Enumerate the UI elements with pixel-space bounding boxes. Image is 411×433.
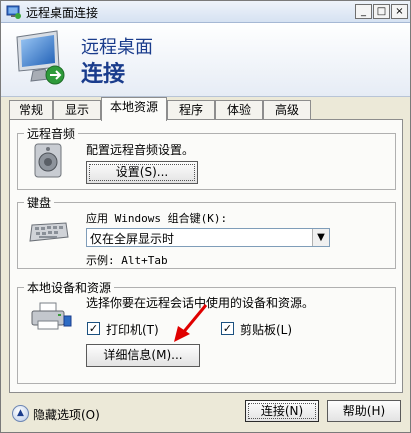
maximize-button[interactable]: □ [373,4,390,19]
tab-local-resources[interactable]: 本地资源 [101,97,167,121]
header-banner: 远程桌面 连接 [1,23,410,97]
audio-settings-button[interactable]: 设置(S)... [86,161,198,184]
red-arrow-annotation [174,304,208,342]
chevron-down-icon[interactable]: ▼ [312,229,329,246]
minimize-button[interactable]: _ [355,4,372,19]
banner-title-line2: 连接 [81,62,126,87]
close-button[interactable]: × [391,4,408,19]
remote-desktop-window: 远程桌面连接 _ □ × 远程桌面 连接 常规 显示 本地资源 程序 体验 高级 [0,0,411,433]
keyboard-title: 键盘 [24,194,55,211]
remote-audio-group: 远程音频 配置远程音频设置。 设置(S)... [17,125,396,190]
title-bar[interactable]: 远程桌面连接 _ □ × [1,1,410,23]
speaker-icon [34,143,62,178]
hide-options-link[interactable]: 隐藏选项(O) [33,406,100,423]
local-devices-group: 本地设备和资源 选择你要在远程会话中使用的设备和资源。 ✓ 打印机(T) ✓ 剪… [17,279,396,384]
help-button[interactable]: 帮助(H) [327,400,401,422]
keyboard-icon [29,222,69,242]
tab-advanced[interactable]: 高级 [263,100,311,120]
printers-label[interactable]: 打印机(T) [106,321,159,338]
tab-general[interactable]: 常规 [9,100,53,120]
printers-checkbox[interactable]: ✓ [87,322,100,335]
connect-button[interactable]: 连接(N) [245,400,319,422]
window-title: 远程桌面连接 [26,6,99,20]
keyboard-example: 示例: Alt+Tab [86,254,168,267]
windows-key-combination-select[interactable]: 仅在全屏显示时 ▼ [86,228,330,247]
keyboard-prompt: 应用 Windows 组合键(K): [86,212,228,225]
tab-display[interactable]: 显示 [53,100,101,120]
clipboard-label[interactable]: 剪贴板(L) [240,321,292,338]
tab-experience[interactable]: 体验 [215,100,263,120]
monitor-icon [16,30,65,85]
details-button[interactable]: 详细信息(M)... [86,344,200,367]
printer-icon [31,302,72,330]
windows-key-combination-value: 仅在全屏显示时 [90,232,175,246]
remote-audio-title: 远程音频 [24,125,79,142]
local-resources-panel: 远程音频 配置远程音频设置。 设置(S)... 键盘 应用 Windows 组合… [9,119,403,393]
clipboard-checkbox[interactable]: ✓ [221,322,234,335]
keyboard-group: 键盘 应用 Windows 组合键(K): 仅在全屏显示时 ▼ 示例: Alt+… [17,194,396,269]
chevron-up-icon[interactable]: ▲ [12,405,29,422]
audio-description: 配置远程音频设置。 [86,143,195,157]
tab-programs[interactable]: 程序 [167,100,215,120]
remote-desktop-icon [6,5,21,19]
